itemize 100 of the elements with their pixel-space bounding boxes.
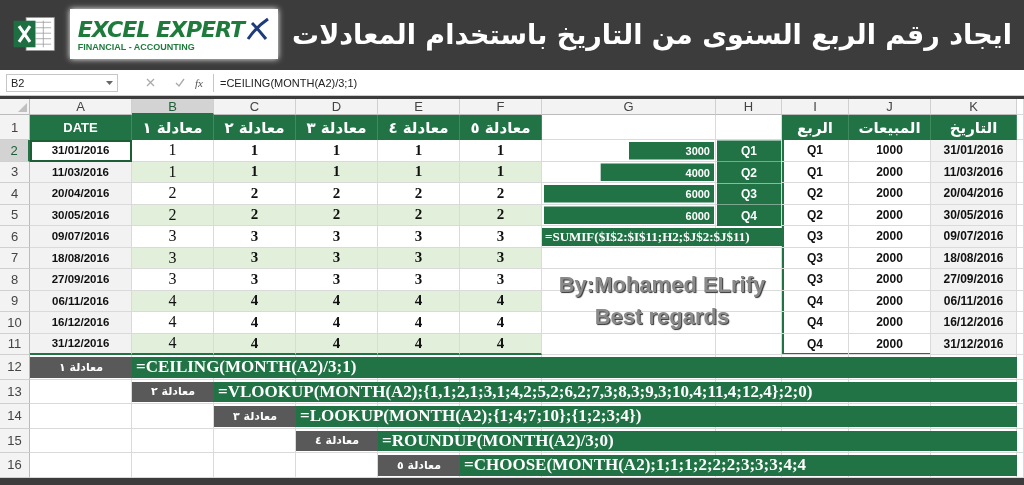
date-cell: 11/03/2016 xyxy=(931,161,1017,183)
row-number[interactable]: 8 xyxy=(0,269,30,291)
formula-label: معادلة ٤ xyxy=(296,430,378,451)
data-label: 4000 xyxy=(685,166,710,179)
table-cell: 2 xyxy=(132,204,214,226)
column-header[interactable]: E xyxy=(378,99,460,115)
select-all-button[interactable] xyxy=(0,99,30,115)
category-label: Q1 xyxy=(717,140,781,162)
table-cell: 3 xyxy=(214,247,296,269)
row-number[interactable]: 15 xyxy=(0,428,30,453)
formula-text: =LOOKUP(MONTH(A2);{1;4;7;10};{1;2;3;4}) xyxy=(296,406,1017,427)
row-number[interactable]: 12 xyxy=(0,355,30,380)
formula-text: =ROUNDUP(MONTH(A2)/3;0) xyxy=(378,430,1017,451)
table-cell: 3 xyxy=(460,247,542,269)
formula-label: معادلة ٣ xyxy=(214,406,296,427)
name-box[interactable]: B2 xyxy=(6,73,118,92)
formula-text: =CEILING(MONTH(A2)/3;1) xyxy=(132,357,1017,378)
table-cell: 3 xyxy=(132,247,214,269)
table-cell: 4 xyxy=(378,333,460,355)
table-cell: 4 xyxy=(378,290,460,312)
row-number[interactable]: 7 xyxy=(0,247,30,269)
check-icon[interactable] xyxy=(175,78,185,87)
column-header[interactable]: F xyxy=(460,99,542,115)
date-cell: 20/04/2016 xyxy=(30,183,132,205)
date-cell: 16/12/2016 xyxy=(30,312,132,334)
table-cell: 3 xyxy=(296,269,378,291)
swoosh-icon xyxy=(246,17,270,41)
table-cell: 1 xyxy=(296,140,378,162)
row-number[interactable]: 5 xyxy=(0,204,30,226)
formula-text: =CHOOSE(MONTH(A2);1;1;1;2;2;2;3;3;3;4;4 xyxy=(460,455,1017,476)
column-heading: التاريخ xyxy=(931,115,1017,140)
column-header[interactable]: J xyxy=(849,99,931,115)
date-cell: 09/07/2016 xyxy=(30,226,132,248)
date-cell: 30/05/2016 xyxy=(931,204,1017,226)
insert-function-button[interactable]: fx xyxy=(191,76,207,89)
table-cell: 3 xyxy=(132,226,214,248)
date-cell: 27/09/2016 xyxy=(30,269,132,291)
column-header[interactable]: A xyxy=(30,99,132,115)
table-cell: 1 xyxy=(214,161,296,183)
row-number[interactable]: 6 xyxy=(0,226,30,248)
row-number[interactable]: 2 xyxy=(0,140,30,162)
formula-label: معادلة ١ xyxy=(30,357,132,378)
column-header[interactable]: D xyxy=(296,99,378,115)
formula-field[interactable]: =CEILING(MONTH(A2)/3;1) xyxy=(212,73,1018,92)
table-cell: Q1 xyxy=(782,140,849,162)
column-heading: معادلة ٣ xyxy=(296,115,378,140)
row-number[interactable]: 13 xyxy=(0,379,30,404)
table-cell: 2 xyxy=(378,183,460,205)
row-number[interactable]: 1 xyxy=(0,115,30,140)
date-cell: 20/04/2016 xyxy=(931,183,1017,205)
table-cell: 4 xyxy=(296,290,378,312)
table-cell: 4 xyxy=(460,333,542,355)
date-cell: 11/03/2016 xyxy=(30,161,132,183)
column-header[interactable]: C xyxy=(214,99,296,115)
table-cell: 1 xyxy=(214,140,296,162)
table-cell: 3 xyxy=(214,269,296,291)
table-cell: 3 xyxy=(296,247,378,269)
category-label: Q2 xyxy=(717,162,781,183)
table-cell: Q3 xyxy=(782,247,849,269)
row-number[interactable]: 4 xyxy=(0,183,30,205)
table-cell: 4 xyxy=(132,312,214,334)
row-number[interactable]: 3 xyxy=(0,161,30,183)
date-cell: 31/12/2016 xyxy=(931,333,1017,355)
table-cell: 3 xyxy=(378,226,460,248)
y-tick-label: Q1 xyxy=(740,144,758,158)
table-cell: Q3 xyxy=(782,226,849,248)
date-cell: 30/05/2016 xyxy=(30,204,132,226)
table-cell: 4 xyxy=(460,290,542,312)
table-cell: 1 xyxy=(296,161,378,183)
table-cell: 4 xyxy=(214,333,296,355)
row-number[interactable]: 11 xyxy=(0,333,30,355)
column-header[interactable]: K xyxy=(931,99,1017,115)
row-number[interactable]: 10 xyxy=(0,312,30,334)
formula-label: معادلة ٥ xyxy=(378,455,460,476)
column-header[interactable]: H xyxy=(716,99,782,115)
date-cell: 16/12/2016 xyxy=(931,312,1017,334)
cancel-icon[interactable] xyxy=(146,78,155,87)
column-header[interactable]: I xyxy=(782,99,849,115)
table-cell: 4 xyxy=(132,333,214,355)
page-title: ايجاد رقم الربع السنوى من التاريخ باستخدام المعادلات xyxy=(292,18,1012,50)
table-cell: Q2 xyxy=(782,183,849,205)
column-header[interactable]: G xyxy=(542,99,716,115)
table-cell: 2 xyxy=(460,204,542,226)
column-header[interactable]: B xyxy=(132,99,214,115)
table-cell: 2 xyxy=(296,204,378,226)
row-number[interactable]: 9 xyxy=(0,290,30,312)
table-cell: 1 xyxy=(132,161,214,183)
table-cell: 4 xyxy=(132,290,214,312)
date-cell: 31/01/2016 xyxy=(931,140,1017,162)
category-label: Q4 xyxy=(717,205,781,226)
date-cell: 31/12/2016 xyxy=(30,333,132,355)
table-cell: Q1 xyxy=(782,161,849,183)
formula-label: معادلة ٢ xyxy=(132,381,214,402)
row-number[interactable]: 16 xyxy=(0,453,30,478)
row-number[interactable]: 14 xyxy=(0,404,30,429)
formula-text: =SUMIF($I$2:$I$11;H2;$J$2:$J$11) xyxy=(542,228,782,246)
table-cell: 3 xyxy=(378,247,460,269)
table-cell: Q4 xyxy=(782,333,849,355)
credit-text: By:Mohamed ELrify xyxy=(558,272,766,299)
table-cell: 4 xyxy=(214,290,296,312)
